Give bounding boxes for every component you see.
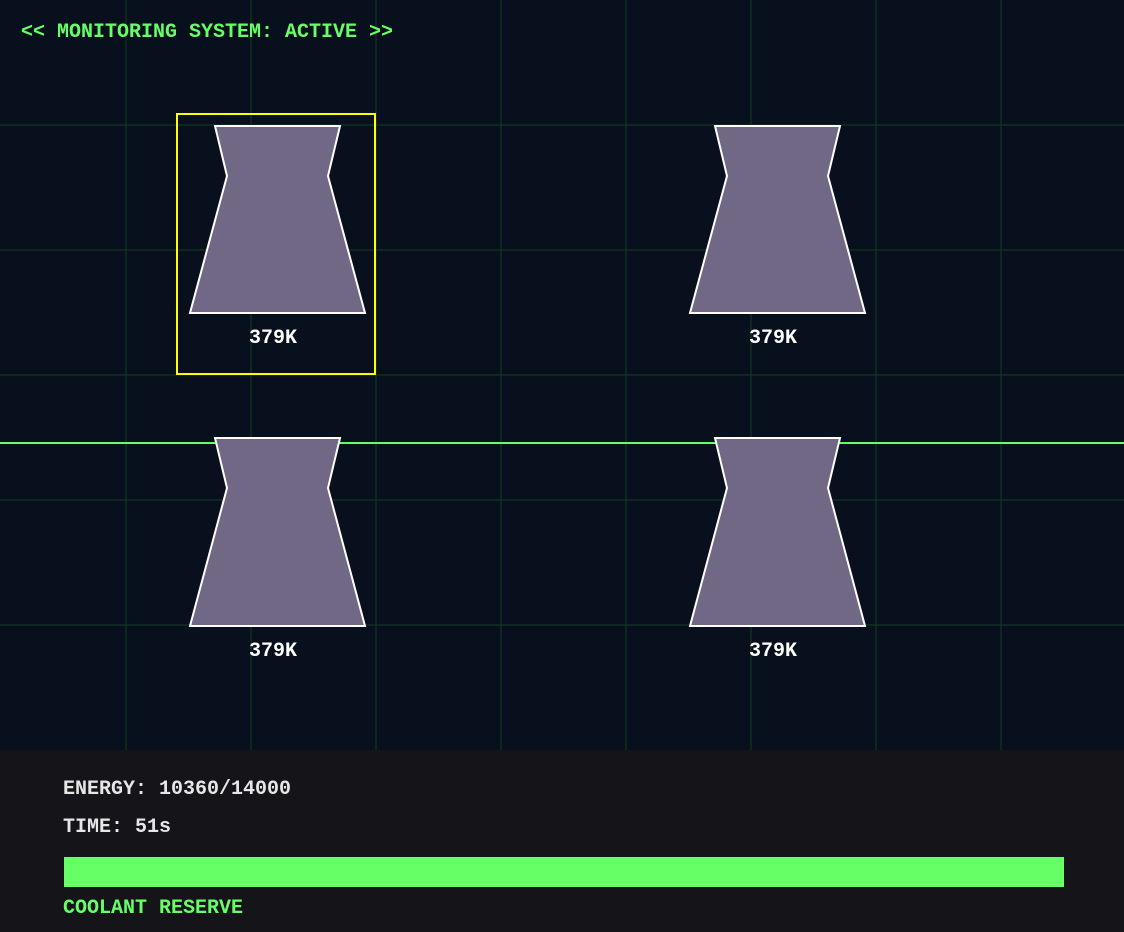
system-status-header: << MONITORING SYSTEM: ACTIVE >> [21,21,393,44]
reactor-temperature: 379K [749,640,797,663]
energy-readout: ENERGY: 10360/14000 [63,778,291,801]
reactor-temperature: 379K [749,327,797,350]
coolant-bar-fill [64,857,1064,887]
time-readout: TIME: 51s [63,816,171,839]
hud-panel: ENERGY: 10360/14000 TIME: 51s COOLANT RE… [0,750,1124,932]
coolant-label: COOLANT RESERVE [63,897,243,920]
game-canvas: << MONITORING SYSTEM: ACTIVE >> 379K 379… [0,0,1124,932]
reactor-temperature: 379K [249,327,297,350]
reactor-temperature: 379K [249,640,297,663]
